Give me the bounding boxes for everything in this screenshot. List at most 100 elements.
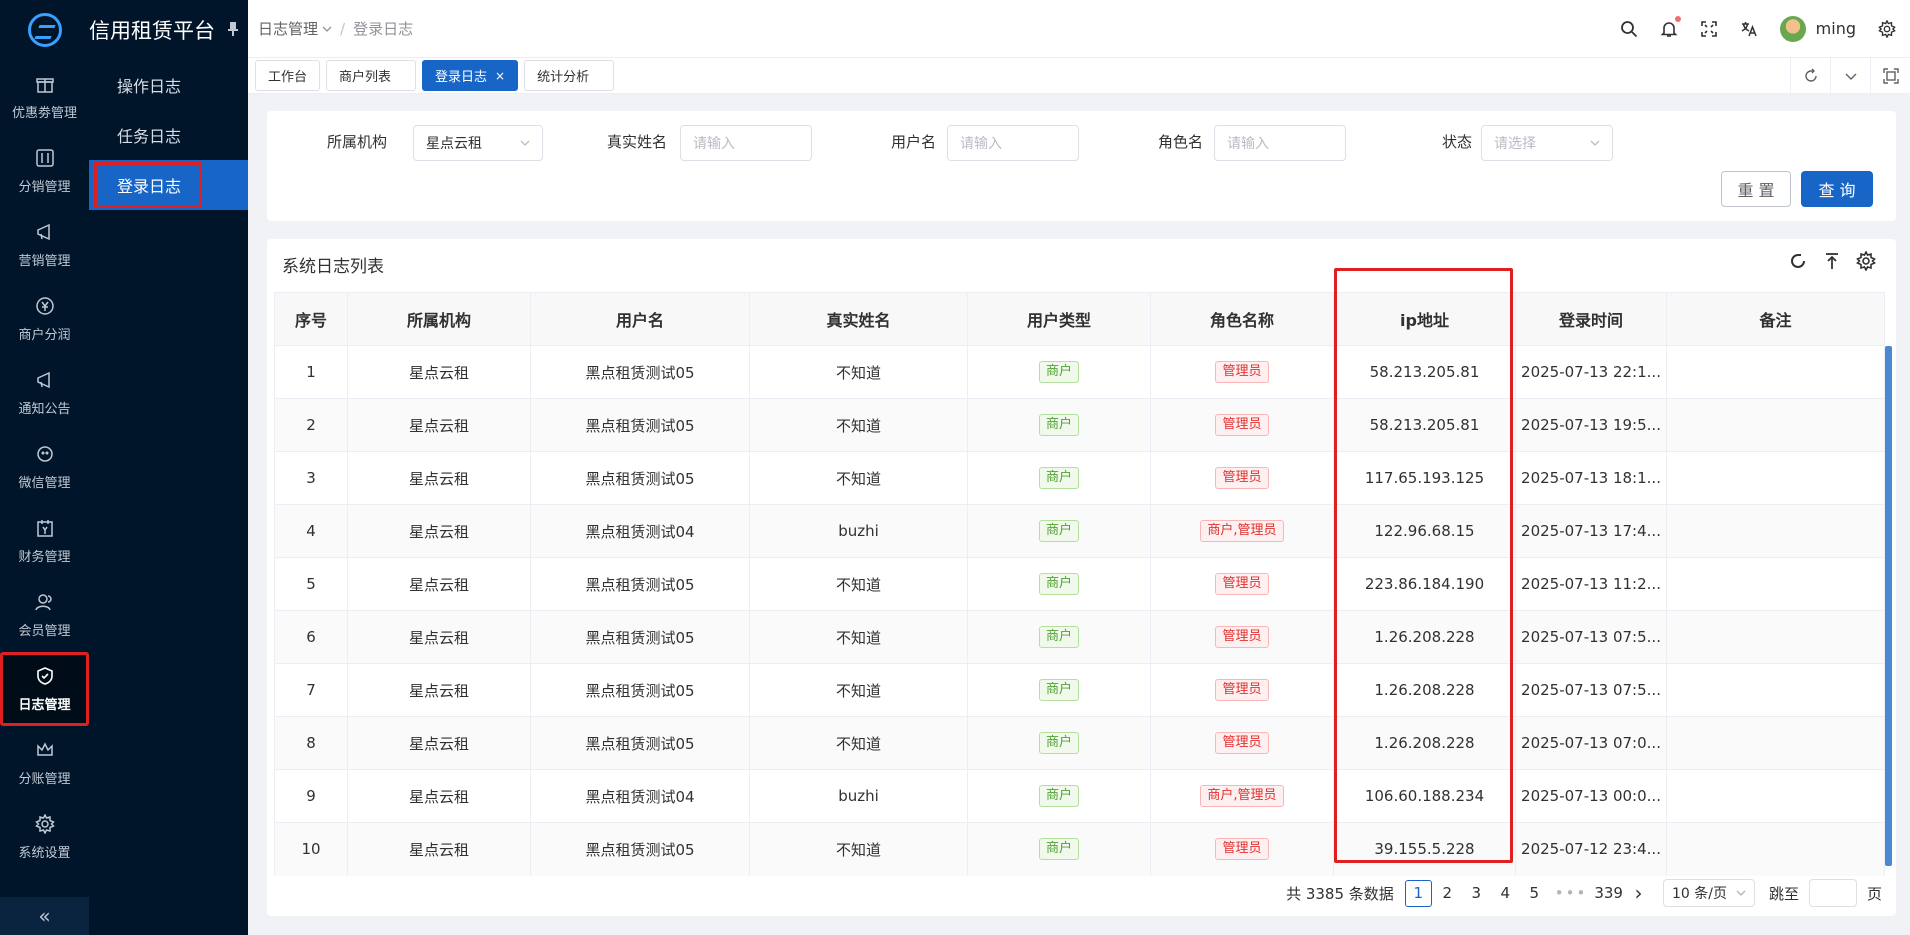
column-header[interactable]: 序号 [274,292,348,346]
reset-button[interactable]: 重 置 [1721,171,1791,207]
realname-input[interactable]: 请输入 [680,125,812,161]
breadcrumb-parent[interactable]: 日志管理 [258,18,318,39]
rail-item-coupons[interactable]: 优惠劵管理 [0,60,89,134]
cell-no: 9 [274,769,348,823]
rail-item-logs[interactable]: 日志管理 [0,652,89,726]
column-header[interactable]: 登录时间 [1515,292,1667,346]
page-button[interactable]: 5 [1521,880,1548,907]
table-row[interactable]: 7 星点云租 黑点租赁测试05 不知道 商户 管理员 1.26.208.228 2025-07… [274,663,1885,717]
table-row[interactable]: 3 星点云租 黑点租赁测试05 不知道 商户 管理员 117.65.193.125 2025-… [274,451,1885,505]
column-header[interactable]: 备注 [1666,292,1885,346]
user-type-tag: 商户 [1038,467,1079,489]
pin-icon[interactable] [228,22,238,36]
status-select[interactable]: 请选择 [1481,125,1613,161]
submenu-item-task-log[interactable]: 任务日志 [89,110,248,160]
chevron-down-icon [520,140,530,146]
next-page-button[interactable]: › [1625,880,1652,907]
query-button[interactable]: 查 询 [1801,171,1873,207]
submenu-item-login-log[interactable]: 登录日志 [89,160,248,210]
role-tag: 管理员 [1215,467,1269,489]
org-select[interactable]: 星点云租 [413,125,543,161]
cell-user: 黑点租赁测试05 [530,345,750,399]
refresh-icon [1804,68,1817,82]
cell-ip: 122.96.68.15 [1333,504,1516,558]
cell-ip: 1.26.208.228 [1333,716,1516,770]
bell-icon [1660,21,1678,37]
role-input[interactable]: 请输入 [1214,125,1346,161]
tab-merchant-list[interactable]: 商户列表 [326,60,417,91]
gift-icon [35,77,54,93]
log-table-panel: 系统日志列表 序号 所属机构 用户名 真实姓名 用户类型 角色名称 ip地址 登… [267,239,1896,916]
table-row[interactable]: 9 星点云租 黑点租赁测试04 buzhi 商户 商户,管理员 106.60.188.234… [274,769,1885,823]
page-ellipsis[interactable]: ••• [1549,884,1594,902]
fullscreen-icon[interactable] [1700,20,1718,38]
tabs-dropdown-button[interactable] [1830,57,1870,94]
rail-item-notices[interactable]: 通知公告 [0,356,89,430]
page-button-last[interactable]: 339 [1594,880,1623,907]
table-row[interactable]: 5 星点云租 黑点租赁测试05 不知道 商户 管理员 223.86.184.190 2025-… [274,557,1885,611]
column-header[interactable]: 所属机构 [347,292,531,346]
table-row[interactable]: 6 星点云租 黑点租赁测试05 不知道 商户 管理员 1.26.208.228 2025-07… [274,610,1885,664]
column-header[interactable]: 用户类型 [967,292,1151,346]
column-header[interactable]: 用户名 [530,292,750,346]
cell-note [1666,557,1885,611]
export-icon[interactable] [1822,251,1842,271]
username[interactable]: ming [1816,19,1856,38]
translate-icon[interactable] [1740,20,1758,38]
rail-item-distribution[interactable]: 分销管理 [0,134,89,208]
column-header[interactable]: 角色名称 [1150,292,1334,346]
table-row[interactable]: 8 星点云租 黑点租赁测试05 不知道 商户 管理员 1.26.208.228 2025-07… [274,716,1885,770]
gear-icon[interactable] [1856,251,1876,271]
cell-time: 2025-07-13 11:2... [1515,557,1667,611]
rail-label: 商户分润 [18,327,71,343]
page-button[interactable]: 3 [1463,880,1490,907]
login-time: 2025-07-12 23:4... [1521,840,1661,859]
table-row[interactable]: 4 星点云租 黑点租赁测试04 buzhi 商户 商户,管理员 122.96.68.15 20… [274,504,1885,558]
cell-note [1666,822,1885,876]
rail-item-split[interactable]: 分账管理 [0,726,89,800]
table-row[interactable]: 1 星点云租 黑点租赁测试05 不知道 商户 管理员 58.213.205.81 2025-0… [274,345,1885,399]
rail-item-members[interactable]: 会员管理 [0,578,89,652]
table-row[interactable]: 10 星点云租 黑点租赁测试05 不知道 商户 管理员 39.155.5.228 2025-0… [274,822,1885,876]
tab-login-log[interactable]: 登录日志 × [422,60,519,91]
column-header[interactable]: ip地址 [1333,292,1516,346]
submenu-item-operation-log[interactable]: 操作日志 [89,60,248,110]
tab-statistics[interactable]: 统计分析 [524,60,615,91]
page-button[interactable]: 1 [1404,879,1432,907]
cell-time: 2025-07-13 17:4... [1515,504,1667,558]
tab-close-icon[interactable]: × [495,69,505,83]
column-header[interactable]: 真实姓名 [749,292,968,346]
cell-time: 2025-07-13 07:5... [1515,663,1667,717]
top-header: 日志管理 / 登录日志 ming [248,0,1910,58]
rail-item-settings[interactable]: 系统设置 [0,800,89,874]
page-button[interactable]: 2 [1434,880,1461,907]
maximize-button[interactable] [1870,57,1910,94]
login-time: 2025-07-13 18:1... [1521,469,1661,487]
bell-button[interactable] [1660,15,1681,38]
cell-ip: 39.155.5.228 [1333,822,1516,876]
refresh-tab-button[interactable] [1790,57,1830,94]
cell-type: 商户 [967,557,1151,611]
rail-item-marketing[interactable]: 营销管理 [0,208,89,282]
rail-item-wechat[interactable]: 微信管理 [0,430,89,504]
page-size-select[interactable]: 10 条/页 [1662,879,1755,907]
search-icon[interactable] [1620,20,1638,38]
gear-icon[interactable] [1878,19,1896,38]
cell-real: 不知道 [749,345,968,399]
chevron-down-icon [1736,890,1746,896]
cell-real: 不知道 [749,451,968,505]
cell-note [1666,610,1885,664]
collapse-button[interactable]: « [0,897,89,935]
rail-item-finance[interactable]: 财务管理 [0,504,89,578]
table-row[interactable]: 2 星点云租 黑点租赁测试05 不知道 商户 管理员 58.213.205.81 2025-0… [274,398,1885,452]
avatar[interactable] [1779,15,1806,42]
page-button[interactable]: 4 [1492,880,1519,907]
rail-item-merchant-profit[interactable]: 商户分润 [0,282,89,356]
username-input[interactable]: 请输入 [947,125,1079,161]
refresh-icon[interactable] [1788,251,1808,271]
tab-workbench[interactable]: 工作台 [255,60,321,91]
cell-role: 管理员 [1150,557,1334,611]
cell-note [1666,345,1885,399]
jump-input[interactable] [1808,879,1857,907]
table-scrollbar[interactable] [1885,346,1892,866]
